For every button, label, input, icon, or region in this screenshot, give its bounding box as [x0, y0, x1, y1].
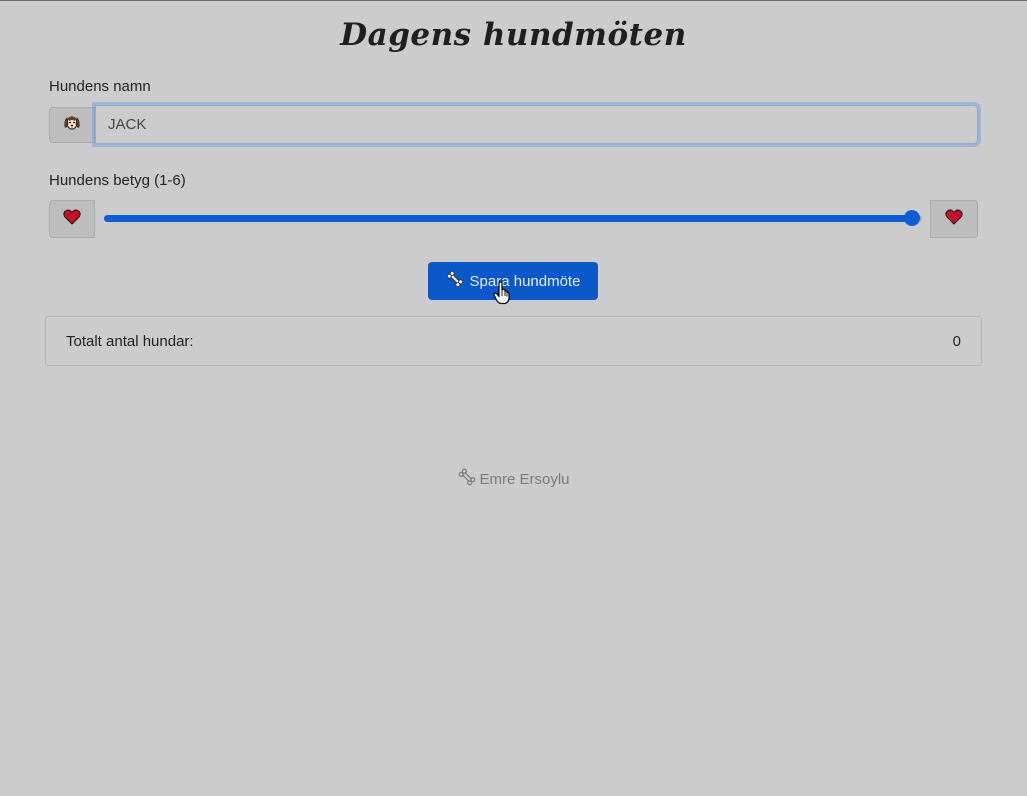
name-label: Hundens namn: [49, 78, 151, 95]
slider-track[interactable]: [104, 215, 922, 222]
hand-pointer-cursor-icon: [493, 281, 511, 310]
heart-icon: [63, 209, 81, 230]
dog-face-icon: [62, 113, 82, 138]
page-title: Dagens hundmöten: [340, 17, 687, 53]
dog-name-input[interactable]: [95, 105, 978, 144]
save-button-label: Spara hundmöte: [469, 272, 581, 290]
heart-icon: [945, 209, 963, 230]
dog-count-summary: Totalt antal hundar: 0: [45, 316, 982, 366]
dog-count-value: 0: [952, 332, 961, 350]
slider-fill: [104, 215, 912, 222]
dog-addon: [49, 107, 95, 143]
slider-thumb[interactable]: [904, 210, 920, 226]
bone-icon: [446, 270, 464, 292]
dog-count-label: Totalt antal hundar:: [66, 332, 194, 350]
rating-label: Hundens betyg (1-6): [49, 172, 186, 189]
rating-max-addon: [930, 200, 978, 238]
bone-icon: [457, 467, 477, 491]
footer-author: Emre Ersoylu: [479, 470, 570, 488]
rating-min-addon: [49, 200, 95, 238]
footer: Emre Ersoylu: [0, 467, 1027, 491]
save-dog-meeting-button[interactable]: Spara hundmöte: [428, 262, 598, 300]
